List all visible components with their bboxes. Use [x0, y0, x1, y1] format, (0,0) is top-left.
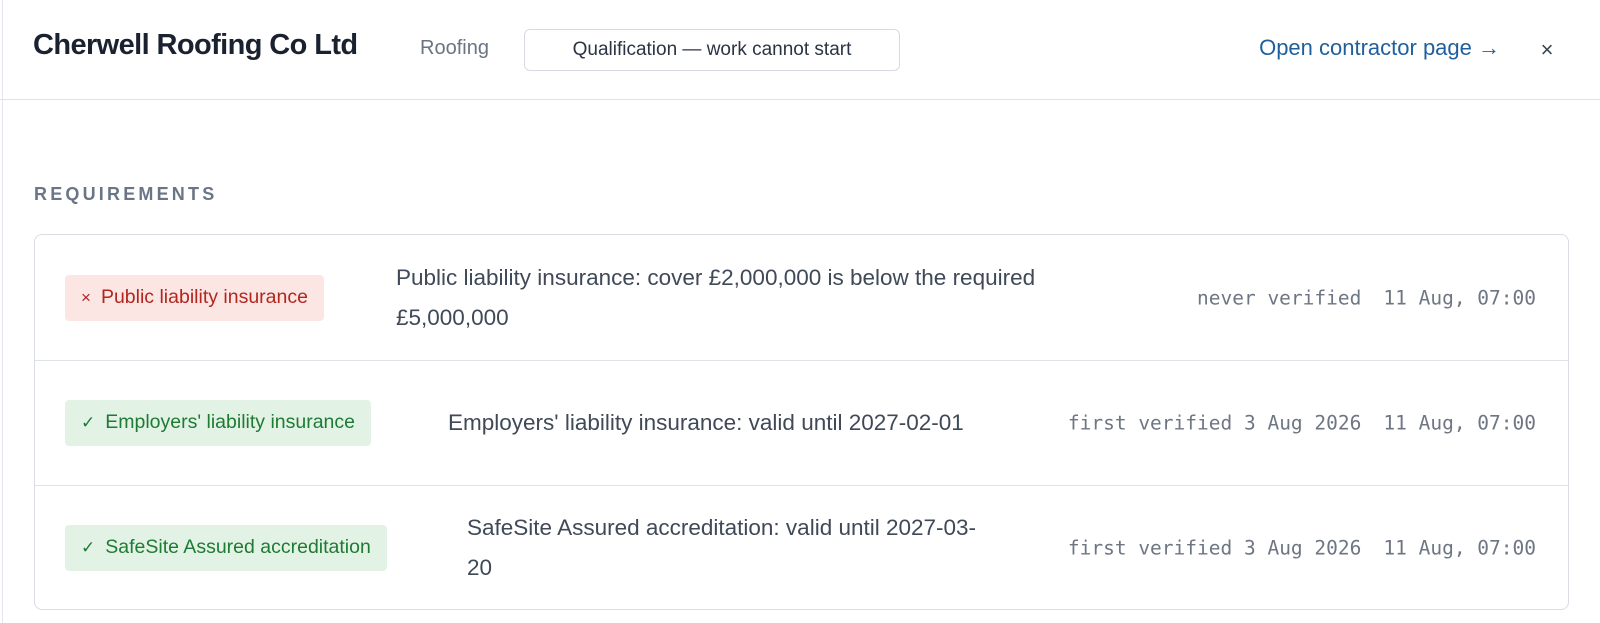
requirement-meta: first verified 3 Aug 2026 11 Aug, 07:00	[1068, 411, 1536, 434]
fail-icon: ×	[81, 287, 91, 307]
requirement-label: SafeSite Assured accreditation	[105, 536, 371, 558]
check-icon: ✓	[81, 537, 96, 557]
open-contractor-page-link[interactable]: Open contractor page →	[1259, 35, 1500, 61]
requirements-heading: REQUIREMENTS	[34, 184, 218, 204]
check-icon: ✓	[81, 412, 96, 432]
requirement-detail: SafeSite Assured accreditation: valid un…	[467, 514, 977, 580]
requirement-row-safesite-accreditation: ✓ SafeSite Assured accreditation SafeSit…	[35, 485, 1568, 609]
requirement-badge: × Public liability insurance	[65, 274, 324, 321]
close-icon[interactable]: ×	[1533, 36, 1561, 64]
verification-status: first verified 3 Aug 2026	[1067, 411, 1362, 434]
requirement-meta: never verified 11 Aug, 07:00	[1197, 286, 1536, 309]
requirement-detail: Public liability insurance: cover £2,000…	[396, 264, 1036, 330]
requirements-list: × Public liability insurance Public liab…	[34, 234, 1569, 610]
requirement-row-public-liability: × Public liability insurance Public liab…	[35, 235, 1568, 361]
contractor-name: Cherwell Roofing Co Ltd	[33, 29, 358, 61]
requirement-label: Employers' liability insurance	[105, 411, 355, 433]
verification-status: first verified 3 Aug 2026	[1067, 536, 1362, 559]
requirement-meta: first verified 3 Aug 2026 11 Aug, 07:00	[1068, 536, 1536, 559]
requirement-label: Public liability insurance	[100, 286, 308, 308]
requirement-row-employers-liability: ✓ Employers' liability insurance Employe…	[35, 360, 1568, 486]
requirement-badge: ✓ Employers' liability insurance	[65, 399, 371, 446]
qualification-status-badge: Qualification — work cannot start	[524, 29, 900, 71]
checked-timestamp: 11 Aug, 07:00	[1383, 286, 1536, 309]
checked-timestamp: 11 Aug, 07:00	[1383, 536, 1536, 559]
panel-header: Cherwell Roofing Co Ltd Roofing Qualific…	[0, 0, 1600, 100]
verification-status: never verified	[1197, 286, 1362, 309]
requirement-detail: Employers' liability insurance: valid un…	[448, 409, 964, 435]
trade-category: Roofing	[420, 37, 489, 59]
checked-timestamp: 11 Aug, 07:00	[1383, 411, 1536, 434]
requirement-badge: ✓ SafeSite Assured accreditation	[65, 524, 387, 571]
